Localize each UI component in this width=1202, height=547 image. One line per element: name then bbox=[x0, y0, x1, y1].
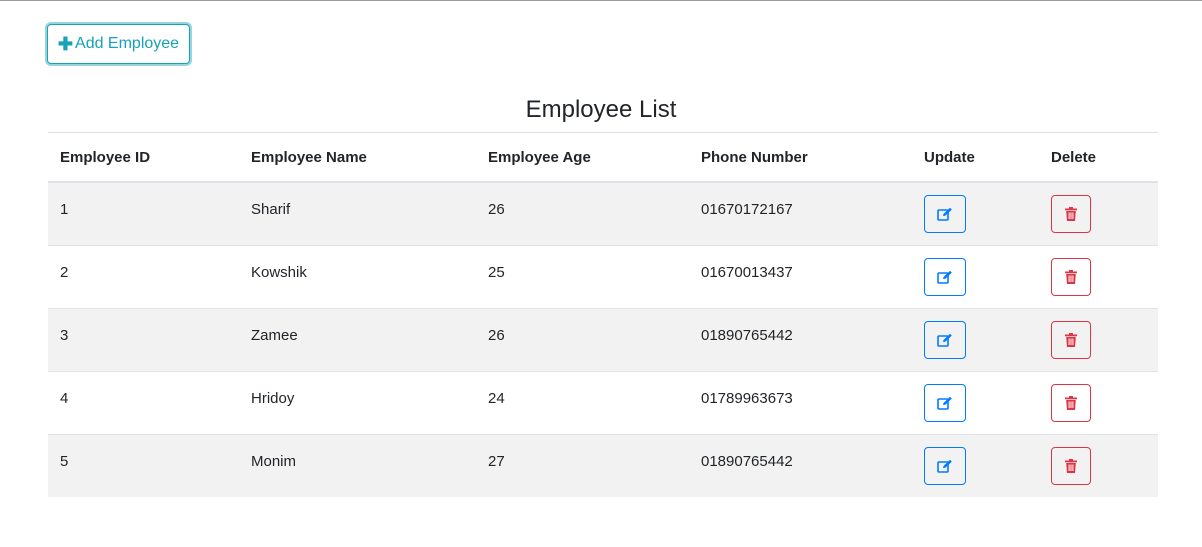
add-employee-label: Add Employee bbox=[75, 35, 180, 52]
cell-employee-id: 3 bbox=[48, 308, 239, 372]
delete-button[interactable] bbox=[1051, 447, 1091, 485]
header-update: Update bbox=[912, 132, 1039, 183]
delete-button[interactable] bbox=[1051, 321, 1091, 359]
cell-employee-id: 2 bbox=[48, 245, 239, 309]
plus-icon: ✚ bbox=[57, 33, 74, 54]
delete-button[interactable] bbox=[1051, 195, 1091, 233]
header-employee-id: Employee ID bbox=[48, 132, 239, 183]
delete-button[interactable] bbox=[1051, 384, 1091, 422]
cell-phone-number: 01890765442 bbox=[689, 308, 912, 372]
cell-employee-id: 1 bbox=[48, 181, 239, 246]
table-row: 4 Hridoy 24 01789963673 bbox=[48, 371, 1158, 435]
trash-icon bbox=[1065, 396, 1077, 410]
add-employee-button[interactable]: ✚ Add Employee bbox=[47, 24, 190, 64]
delete-button[interactable] bbox=[1051, 258, 1091, 296]
cell-delete bbox=[1039, 434, 1158, 497]
update-button[interactable] bbox=[924, 384, 966, 422]
header-phone-number: Phone Number bbox=[689, 132, 912, 183]
trash-icon bbox=[1065, 333, 1077, 347]
cell-phone-number: 01890765442 bbox=[689, 434, 912, 497]
table-header-row: Employee ID Employee Name Employee Age P… bbox=[48, 132, 1158, 183]
header-employee-age: Employee Age bbox=[476, 132, 689, 183]
cell-delete bbox=[1039, 308, 1158, 372]
table-row: 3 Zamee 26 01890765442 bbox=[48, 308, 1158, 372]
cell-phone-number: 01670013437 bbox=[689, 245, 912, 309]
update-button[interactable] bbox=[924, 447, 966, 485]
cell-delete bbox=[1039, 371, 1158, 435]
table-row: 1 Sharif 26 01670172167 bbox=[48, 181, 1158, 246]
trash-icon bbox=[1065, 207, 1077, 221]
cell-update bbox=[912, 181, 1039, 246]
cell-employee-name: Sharif bbox=[239, 181, 476, 246]
cell-employee-age: 24 bbox=[476, 371, 689, 435]
cell-update bbox=[912, 245, 1039, 309]
cell-delete bbox=[1039, 181, 1158, 246]
cell-employee-age: 26 bbox=[476, 181, 689, 246]
cell-employee-age: 26 bbox=[476, 308, 689, 372]
page-title: Employee List bbox=[525, 96, 677, 123]
employee-table: Employee ID Employee Name Employee Age P… bbox=[48, 132, 1158, 497]
cell-phone-number: 01789963673 bbox=[689, 371, 912, 435]
cell-update bbox=[912, 434, 1039, 497]
cell-employee-name: Monim bbox=[239, 434, 476, 497]
edit-icon bbox=[937, 459, 952, 473]
edit-icon bbox=[937, 270, 952, 284]
cell-employee-name: Kowshik bbox=[239, 245, 476, 309]
cell-employee-name: Hridoy bbox=[239, 371, 476, 435]
header-delete: Delete bbox=[1039, 132, 1158, 183]
cell-update bbox=[912, 371, 1039, 435]
trash-icon bbox=[1065, 459, 1077, 473]
update-button[interactable] bbox=[924, 321, 966, 359]
cell-phone-number: 01670172167 bbox=[689, 181, 912, 246]
header-employee-name: Employee Name bbox=[239, 132, 476, 183]
cell-employee-age: 25 bbox=[476, 245, 689, 309]
top-divider bbox=[0, 0, 1202, 1]
table-row: 2 Kowshik 25 01670013437 bbox=[48, 245, 1158, 309]
cell-employee-name: Zamee bbox=[239, 308, 476, 372]
cell-employee-age: 27 bbox=[476, 434, 689, 497]
edit-icon bbox=[937, 396, 952, 410]
cell-employee-id: 5 bbox=[48, 434, 239, 497]
edit-icon bbox=[937, 207, 952, 221]
update-button[interactable] bbox=[924, 195, 966, 233]
trash-icon bbox=[1065, 270, 1077, 284]
cell-update bbox=[912, 308, 1039, 372]
table-row: 5 Monim 27 01890765442 bbox=[48, 434, 1158, 497]
update-button[interactable] bbox=[924, 258, 966, 296]
cell-delete bbox=[1039, 245, 1158, 309]
cell-employee-id: 4 bbox=[48, 371, 239, 435]
edit-icon bbox=[937, 333, 952, 347]
